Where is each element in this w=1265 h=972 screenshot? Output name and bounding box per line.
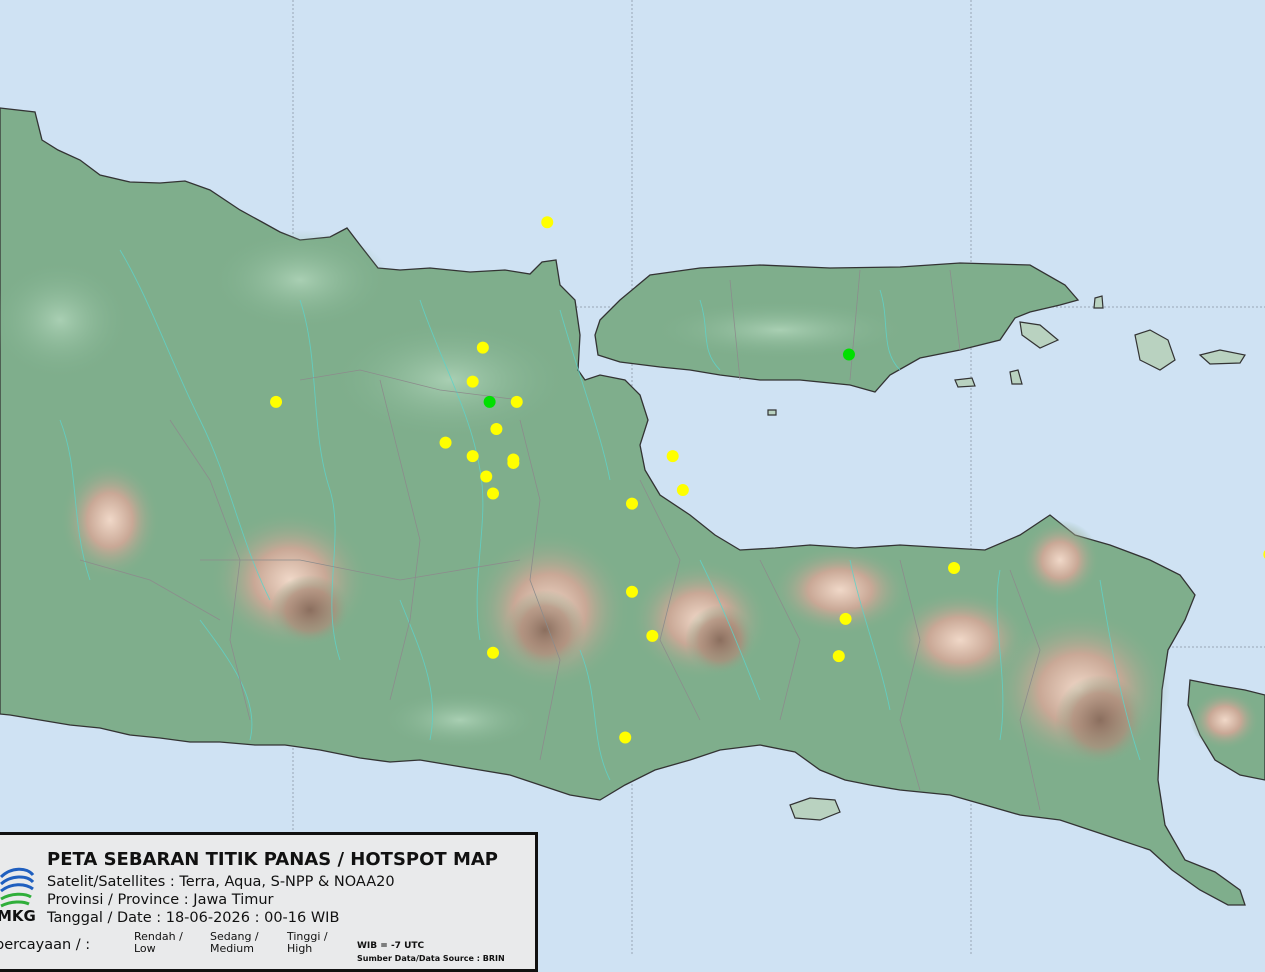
hotspot-marker-medium[interactable] bbox=[510, 395, 523, 408]
hotspot-marker-medium[interactable] bbox=[626, 585, 638, 598]
satellites-line: Satelit/Satellites : Terra, Aqua, S-NPP … bbox=[47, 874, 395, 890]
hotspot-marker-medium[interactable] bbox=[476, 341, 489, 354]
confidence-label: percayaan / : bbox=[0, 937, 91, 953]
hotspot-marker-medium[interactable] bbox=[466, 375, 479, 388]
hotspot-marker-medium[interactable] bbox=[626, 497, 638, 510]
hotspot-marker-medium[interactable] bbox=[487, 487, 500, 500]
hotspot-marker-medium[interactable] bbox=[480, 470, 493, 483]
map-legend: MKG PETA SEBARAN TITIK PANAS / HOTSPOT M… bbox=[0, 832, 538, 972]
hotspot-marker-medium[interactable] bbox=[619, 731, 632, 744]
hotspot-marker-medium[interactable] bbox=[676, 484, 689, 497]
hotspot-marker-medium[interactable] bbox=[490, 423, 503, 436]
date-line: Tanggal / Date : 18-06-2026 : 00-16 WIB bbox=[47, 910, 340, 926]
hotspot-marker-medium[interactable] bbox=[439, 436, 452, 449]
legend-title: PETA SEBARAN TITIK PANAS / HOTSPOT MAP bbox=[47, 849, 498, 870]
legend-level-medium: Sedang / Medium bbox=[210, 930, 259, 955]
hotspot-marker-medium[interactable] bbox=[270, 395, 283, 408]
legend-level-high: Tinggi / High bbox=[287, 930, 328, 955]
hotspot-marker-medium[interactable] bbox=[507, 456, 520, 469]
hotspot-marker-medium[interactable] bbox=[666, 450, 679, 463]
legend-level-low: Rendah / Low bbox=[134, 930, 183, 955]
timezone-note: WIB = -7 UTC bbox=[357, 941, 425, 951]
hotspot-marker-medium[interactable] bbox=[466, 450, 479, 463]
hotspot-marker-medium[interactable] bbox=[832, 650, 845, 663]
hotspot-marker-medium[interactable] bbox=[541, 216, 554, 229]
data-source: Sumber Data/Data Source : BRIN bbox=[357, 954, 505, 963]
hotspot-marker-medium[interactable] bbox=[839, 612, 852, 625]
hotspot-map[interactable] bbox=[0, 0, 1265, 956]
hotspot-marker-medium[interactable] bbox=[487, 646, 500, 659]
hotspot-marker-medium[interactable] bbox=[646, 629, 659, 642]
logo-text: MKG bbox=[0, 907, 36, 925]
hotspot-marker-medium[interactable] bbox=[948, 562, 961, 575]
hotspot-marker-low[interactable] bbox=[842, 348, 855, 361]
province-line: Provinsi / Province : Jawa Timur bbox=[47, 892, 274, 908]
hotspot-marker-low[interactable] bbox=[483, 395, 496, 408]
